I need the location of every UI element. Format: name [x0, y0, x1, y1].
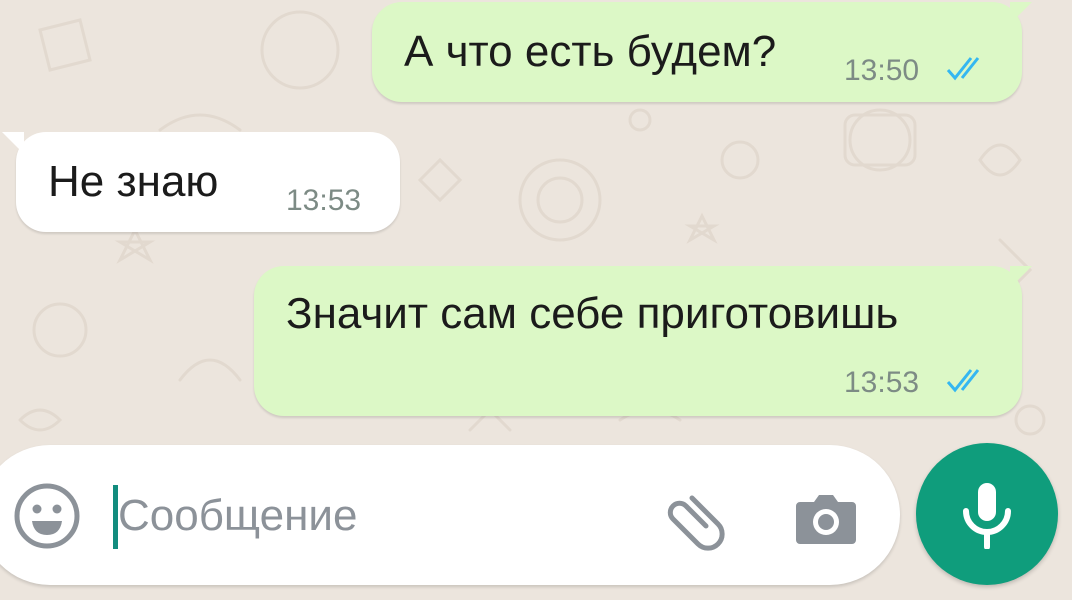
message-input[interactable]	[118, 488, 638, 544]
emoji-icon[interactable]	[12, 481, 82, 551]
paperclip-icon[interactable]	[656, 482, 728, 554]
message-text: А что есть будем?	[404, 27, 777, 76]
voice-record-button[interactable]	[916, 443, 1058, 585]
message-text: Не знаю	[48, 157, 219, 206]
message-time: 13:53	[844, 366, 920, 399]
read-receipt-icon	[946, 57, 980, 81]
read-receipt-icon	[946, 369, 980, 393]
camera-icon[interactable]	[790, 482, 862, 554]
message-text: Значит сам себе приготовишь	[286, 289, 899, 338]
bubble-tail	[1010, 266, 1032, 288]
message-time: 13:50	[844, 54, 920, 87]
bubble-tail	[2, 132, 24, 154]
microphone-icon	[963, 483, 1011, 549]
message-time: 13:53	[286, 184, 362, 217]
bubble-tail	[1010, 2, 1032, 24]
